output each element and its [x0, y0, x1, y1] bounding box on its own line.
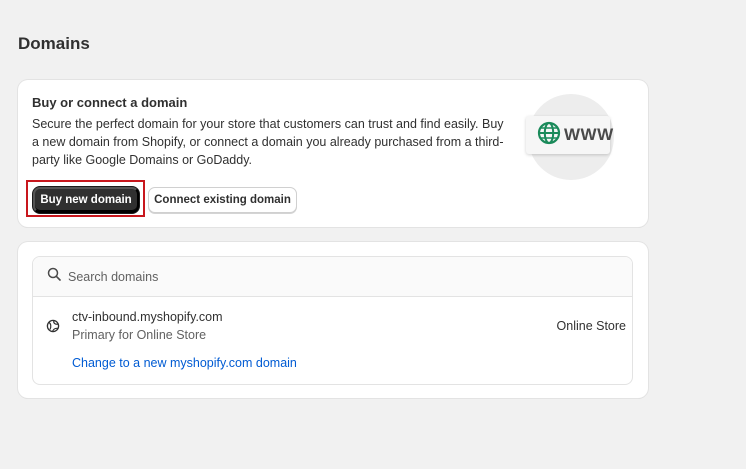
- domain-name: ctv-inbound.myshopify.com: [72, 310, 223, 324]
- domain-illustration: WWW: [523, 94, 623, 180]
- globe-icon: [46, 319, 60, 338]
- page-title: Domains: [18, 34, 90, 53]
- buy-connect-domain-card: Buy or connect a domain Secure the perfe…: [18, 80, 648, 227]
- globe-icon: [537, 121, 561, 150]
- promo-description: Secure the perfect domain for your store…: [32, 117, 504, 167]
- promo-title: Buy or connect a domain: [32, 95, 188, 110]
- change-myshopify-domain-link[interactable]: Change to a new myshopify.com domain: [72, 356, 297, 370]
- domain-target: Online Store: [556, 319, 626, 333]
- domains-list-card: ctv-inbound.myshopify.com Primary for On…: [18, 242, 648, 398]
- domains-list: ctv-inbound.myshopify.com Primary for On…: [32, 256, 633, 385]
- domains-page: Domains Buy or connect a domain Secure t…: [0, 0, 746, 469]
- search-bar: [33, 257, 632, 297]
- domain-subtitle: Primary for Online Store: [72, 328, 207, 342]
- connect-existing-domain-button[interactable]: Connect existing domain: [148, 187, 297, 213]
- buy-new-domain-button[interactable]: Buy new domain: [33, 187, 139, 213]
- search-icon: [47, 267, 61, 286]
- www-chip: WWW: [526, 116, 613, 154]
- www-text: WWW: [564, 125, 614, 144]
- search-input[interactable]: [68, 269, 588, 284]
